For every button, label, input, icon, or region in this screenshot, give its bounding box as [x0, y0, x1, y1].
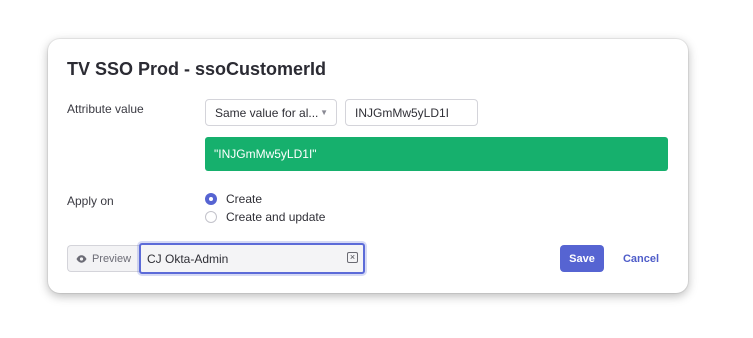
- radio-unselected-icon[interactable]: [205, 211, 217, 223]
- preview-button[interactable]: Preview: [67, 245, 139, 272]
- save-button[interactable]: Save: [560, 245, 604, 272]
- dialog-title: TV SSO Prod - ssoCustomerId: [67, 59, 327, 79]
- apply-on-label: Apply on: [67, 194, 114, 208]
- radio-option-label: Create: [226, 192, 263, 206]
- attribute-value-text: INJGmMw5yLD1I: [355, 105, 450, 120]
- radio-option-create-and-update[interactable]: Create and update: [205, 210, 325, 224]
- chevron-down-icon: ▼: [320, 108, 328, 117]
- preview-user-input[interactable]: CJ Okta-Admin ×: [139, 243, 365, 274]
- preview-button-label: Preview: [91, 252, 132, 265]
- eye-icon: [76, 254, 87, 263]
- value-preview-text: "INJGmMw5yLD1I": [214, 147, 317, 161]
- radio-option-label: Create and update: [226, 210, 326, 224]
- value-preview-banner: "INJGmMw5yLD1I": [205, 137, 668, 171]
- attribute-value-label: Attribute value: [67, 102, 144, 116]
- clear-icon[interactable]: ×: [347, 252, 358, 263]
- radio-selected-icon[interactable]: [205, 193, 217, 205]
- preview-user-value: CJ Okta-Admin: [147, 251, 229, 266]
- value-mode-select-value: Same value for al...: [215, 105, 319, 120]
- value-mode-select[interactable]: Same value for al... ▼: [205, 99, 337, 126]
- cancel-button[interactable]: Cancel: [616, 245, 666, 272]
- attribute-dialog: TV SSO Prod - ssoCustomerId Attribute va…: [48, 39, 688, 293]
- radio-option-create[interactable]: Create: [205, 192, 262, 206]
- attribute-value-input[interactable]: INJGmMw5yLD1I: [345, 99, 478, 126]
